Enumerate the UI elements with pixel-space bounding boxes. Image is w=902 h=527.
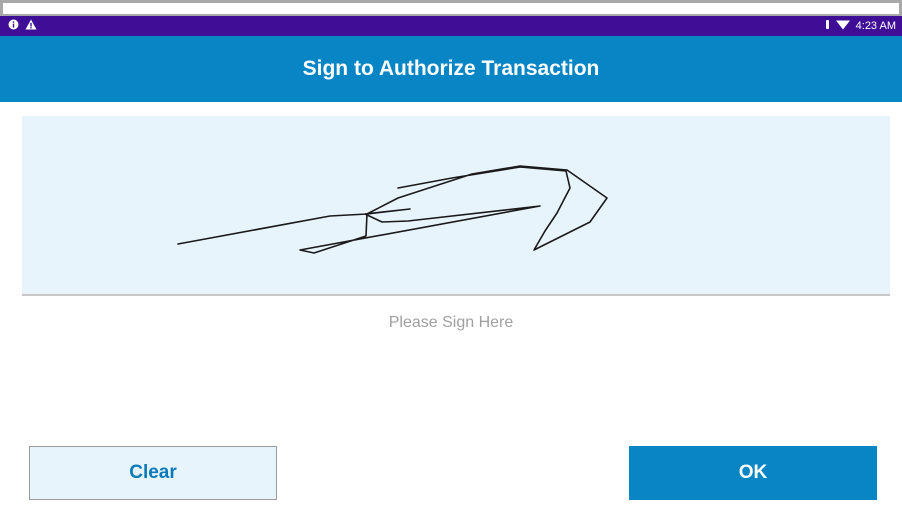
warning-icon bbox=[25, 17, 37, 35]
ok-button[interactable]: OK bbox=[629, 446, 877, 500]
clear-button[interactable]: Clear bbox=[29, 446, 277, 500]
ok-button-label: OK bbox=[738, 462, 768, 483]
app-bar: Sign to Authorize Transaction bbox=[0, 36, 902, 102]
clear-button-label: Clear bbox=[129, 462, 177, 483]
signature-screen: 4:23 AM Sign to Authorize Transaction Pl… bbox=[0, 0, 902, 527]
vibrate-icon bbox=[825, 17, 830, 35]
status-icons-left bbox=[8, 17, 37, 35]
info-icon bbox=[8, 17, 19, 35]
wifi-icon bbox=[835, 17, 850, 35]
status-icons-right: 4:23 AM bbox=[825, 17, 896, 35]
signature-stroke bbox=[177, 165, 608, 254]
status-bar: 4:23 AM bbox=[0, 16, 902, 36]
sign-hint: Please Sign Here bbox=[388, 314, 514, 331]
signature-pad[interactable] bbox=[22, 116, 890, 296]
page-title: Sign to Authorize Transaction bbox=[302, 57, 600, 80]
window-border bbox=[0, 0, 902, 16]
status-time: 4:23 AM bbox=[855, 20, 896, 32]
